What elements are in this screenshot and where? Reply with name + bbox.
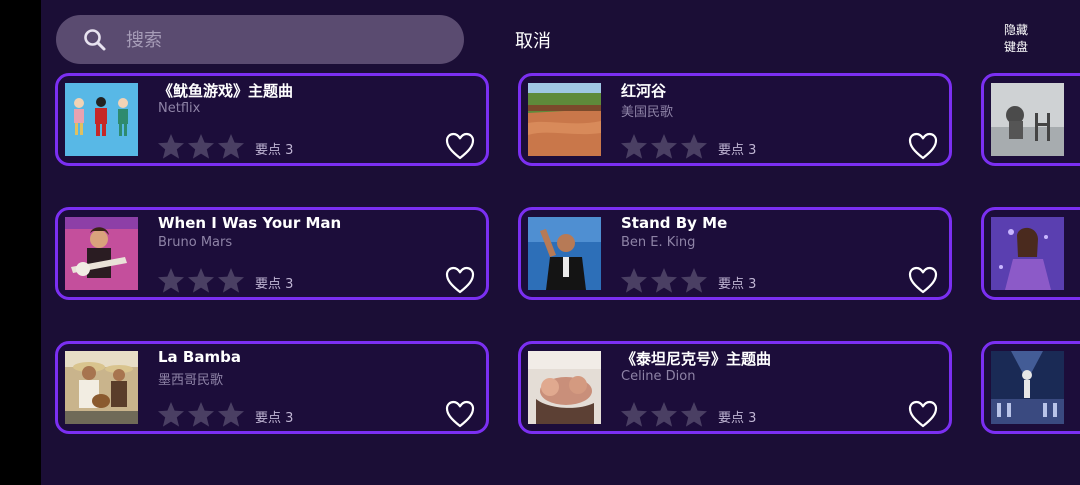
star-rating bbox=[157, 133, 245, 160]
song-title: 红河谷 bbox=[621, 82, 667, 100]
song-card[interactable]: Stand By Me Ben E. King 要点 3 bbox=[518, 207, 952, 300]
star-rating bbox=[620, 401, 708, 428]
song-artist: Ben E. King bbox=[621, 235, 696, 250]
star-icon bbox=[188, 268, 214, 293]
album-cover bbox=[65, 83, 138, 156]
heart-icon[interactable] bbox=[445, 400, 475, 428]
points-label: 要点 3 bbox=[255, 411, 294, 426]
star-rating bbox=[157, 401, 245, 428]
points-label: 要点 3 bbox=[255, 143, 294, 158]
star-icon bbox=[218, 268, 244, 293]
star-icon bbox=[681, 268, 707, 293]
album-cover bbox=[528, 217, 601, 290]
star-icon bbox=[188, 402, 214, 427]
star-icon bbox=[188, 134, 214, 159]
song-title: When I Was Your Man bbox=[158, 214, 342, 232]
song-card[interactable]: La Bamba 墨西哥民歌 要点 3 bbox=[55, 341, 489, 434]
star-icon bbox=[651, 134, 677, 159]
star-rating bbox=[157, 267, 245, 294]
search-icon bbox=[84, 29, 106, 51]
heart-icon[interactable] bbox=[445, 266, 475, 294]
star-rating bbox=[620, 133, 708, 160]
song-card[interactable]: 红河谷 美国民歌 要点 3 bbox=[518, 73, 952, 166]
app-window: 取消 隐藏 键盘 《鱿鱼游戏》主题曲 N bbox=[41, 0, 1080, 485]
star-icon bbox=[681, 402, 707, 427]
star-icon bbox=[621, 134, 647, 159]
star-icon bbox=[158, 134, 184, 159]
points-label: 要点 3 bbox=[718, 277, 757, 292]
star-icon bbox=[218, 402, 244, 427]
song-title: 《鱿鱼游戏》主题曲 bbox=[158, 82, 294, 100]
album-cover bbox=[528, 83, 601, 156]
heart-icon[interactable] bbox=[908, 266, 938, 294]
heart-icon[interactable] bbox=[908, 132, 938, 160]
album-cover bbox=[65, 351, 138, 424]
song-artist: Bruno Mars bbox=[158, 235, 233, 250]
song-artist: Netflix bbox=[158, 101, 201, 116]
song-title: 《泰坦尼克号》主题曲 bbox=[621, 350, 772, 368]
song-artist: Celine Dion bbox=[621, 369, 696, 384]
search-input[interactable] bbox=[124, 25, 448, 55]
song-card[interactable] bbox=[981, 73, 1080, 166]
hide-keyboard-label-line2: 键盘 bbox=[1003, 40, 1028, 54]
song-card[interactable]: When I Was Your Man Bruno Mars 要点 3 bbox=[55, 207, 489, 300]
album-cover bbox=[991, 217, 1064, 290]
points-label: 要点 3 bbox=[718, 411, 757, 426]
search-bar[interactable] bbox=[56, 15, 464, 64]
song-title: La Bamba bbox=[158, 348, 241, 366]
star-icon bbox=[218, 134, 244, 159]
album-cover bbox=[528, 351, 601, 424]
song-card[interactable]: 《鱿鱼游戏》主题曲 Netflix 要点 3 bbox=[55, 73, 489, 166]
song-card[interactable] bbox=[981, 341, 1080, 434]
album-cover bbox=[991, 351, 1064, 424]
star-rating bbox=[620, 267, 708, 294]
points-label: 要点 3 bbox=[718, 143, 757, 158]
hide-keyboard-button[interactable]: 隐藏 键盘 bbox=[993, 22, 1039, 56]
star-icon bbox=[681, 134, 707, 159]
star-icon bbox=[158, 402, 184, 427]
cancel-button[interactable]: 取消 bbox=[515, 27, 551, 53]
song-card[interactable] bbox=[981, 207, 1080, 300]
star-icon bbox=[621, 402, 647, 427]
points-label: 要点 3 bbox=[255, 277, 294, 292]
song-artist: 美国民歌 bbox=[621, 105, 674, 120]
song-card[interactable]: 《泰坦尼克号》主题曲 Celine Dion 要点 3 bbox=[518, 341, 952, 434]
heart-icon[interactable] bbox=[445, 132, 475, 160]
star-icon bbox=[158, 268, 184, 293]
song-title: Stand By Me bbox=[621, 214, 728, 232]
album-cover bbox=[65, 217, 138, 290]
heart-icon[interactable] bbox=[908, 400, 938, 428]
star-icon bbox=[621, 268, 647, 293]
star-icon bbox=[651, 402, 677, 427]
hide-keyboard-label-line1: 隐藏 bbox=[1003, 23, 1028, 37]
star-icon bbox=[651, 268, 677, 293]
song-artist: 墨西哥民歌 bbox=[158, 373, 224, 388]
album-cover bbox=[991, 83, 1064, 156]
